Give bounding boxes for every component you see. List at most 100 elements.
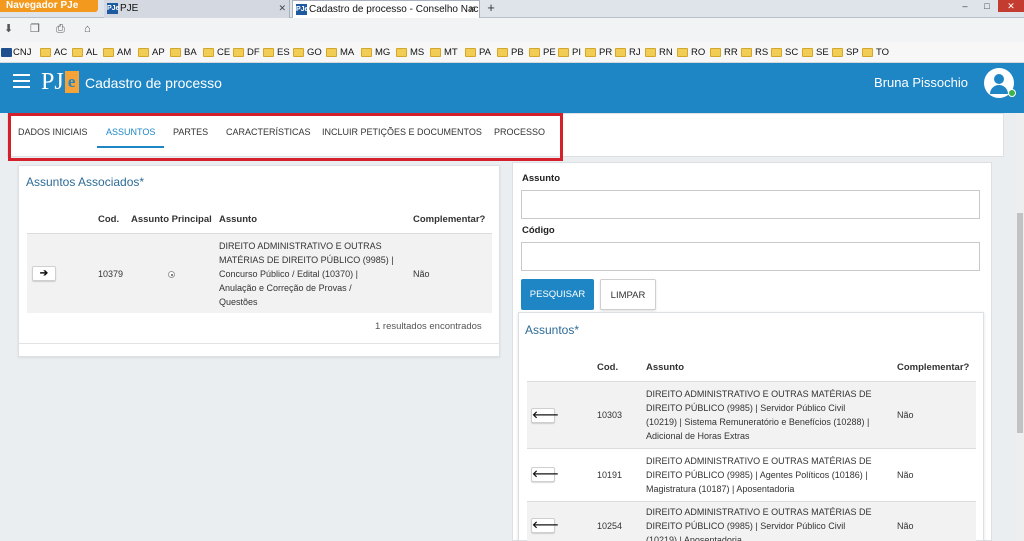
browser-toolbar: ⬇ ❐ ⎙ ⌂ [0, 18, 1024, 42]
column-header-cod: Cod. [98, 214, 120, 225]
hamburger-menu-icon[interactable] [13, 74, 30, 88]
new-tab-button[interactable]: + [483, 0, 499, 17]
browser-tab-cadastro[interactable]: PJe Cadastro de processo - Conselho Nac.… [292, 0, 480, 18]
bookmark-go[interactable]: GO [293, 46, 322, 59]
folder-icon [465, 48, 476, 57]
bookmark-ap[interactable]: AP [138, 46, 165, 59]
bookmark-rs[interactable]: RS [741, 46, 768, 59]
bookmark-pb[interactable]: PB [497, 46, 524, 59]
bookmark-ms[interactable]: MS [396, 46, 424, 59]
bookmark-pr[interactable]: PR [585, 46, 612, 59]
associated-subjects-title: Assuntos Associados* [26, 175, 145, 189]
clipboard-icon[interactable]: ⌂ [84, 23, 96, 35]
user-avatar-icon[interactable] [984, 68, 1016, 98]
column-header-cod: Cod. [597, 362, 619, 373]
user-name[interactable]: Bruna Pissochio [874, 74, 968, 92]
print-icon[interactable]: ⎙ [56, 23, 68, 35]
tab-caracteristicas[interactable]: CARACTERÍSTICAS [226, 126, 311, 148]
results-count: 1 resultados encontrados [375, 321, 482, 332]
tab-dados-iniciais[interactable]: DADOS INICIAIS [18, 126, 88, 148]
column-header-assunto: Assunto [646, 362, 684, 373]
browser-tab-bar: Navegador PJe PJe PJE ✕ PJe Cadastro de … [0, 0, 1024, 18]
assunto-input[interactable] [521, 190, 980, 219]
bookmark-mt[interactable]: MT [430, 46, 458, 59]
search-button[interactable]: PESQUISAR [521, 279, 594, 310]
bookmark-pa[interactable]: PA [465, 46, 491, 59]
folder-icon [645, 48, 656, 57]
add-subject-button[interactable]: 🡐 [531, 467, 559, 482]
add-subject-button[interactable]: 🡐 [531, 408, 559, 423]
bookmark-am[interactable]: AM [103, 46, 131, 59]
bookmarks-bar: CNJ AC AL AM AP BA CE DF ES GO MA MG MS … [0, 42, 1024, 63]
bookmark-ce[interactable]: CE [203, 46, 230, 59]
folder-icon [233, 48, 244, 57]
maximize-button[interactable]: □ [976, 0, 998, 12]
cell-complementar: Não [897, 470, 914, 480]
bookmark-ac[interactable]: AC [40, 46, 67, 59]
tab-incluir-peticoes[interactable]: INCLUIR PETIÇÕES E DOCUMENTOS [322, 126, 482, 148]
folder-icon [585, 48, 596, 57]
bookmark-sc[interactable]: SC [771, 46, 798, 59]
codigo-input[interactable] [521, 242, 980, 271]
bookmark-ma[interactable]: MA [326, 46, 354, 59]
folder-icon [103, 48, 114, 57]
online-status-icon [1008, 89, 1016, 97]
pje-logo[interactable]: PJ e [41, 68, 79, 96]
cell-assunto: DIREITO ADMINISTRATIVO E OUTRAS MATÉRIAS… [219, 241, 394, 307]
bookmark-al[interactable]: AL [72, 46, 98, 59]
pje-favicon-icon: PJe [107, 3, 120, 14]
folder-icon [430, 48, 441, 57]
bookmark-sp[interactable]: SP [832, 46, 859, 59]
bookmark-es[interactable]: ES [263, 46, 290, 59]
bookmark-mg[interactable]: MG [361, 46, 390, 59]
cell-complementar: Não [413, 269, 430, 279]
card-divider [18, 343, 500, 344]
bookmark-ba[interactable]: BA [170, 46, 197, 59]
principal-radio[interactable] [168, 271, 175, 278]
column-header-principal: Assunto Principal [131, 214, 212, 225]
copy-icon[interactable]: ❐ [30, 23, 42, 35]
column-header-assunto: Assunto [219, 214, 257, 225]
bookmark-se[interactable]: SE [802, 46, 829, 59]
bookmark-pi[interactable]: PI [558, 46, 581, 59]
scrollbar-thumb[interactable] [1017, 213, 1023, 433]
add-subject-button[interactable]: 🡐 [531, 518, 559, 533]
folder-icon [326, 48, 337, 57]
window-controls: – □ ✕ [954, 0, 1024, 12]
cell-assunto: DIREITO ADMINISTRATIVO E OUTRAS MATÉRIAS… [646, 456, 872, 494]
bookmark-pe[interactable]: PE [529, 46, 556, 59]
app-header: PJ e Cadastro de processo Bruna Pissochio [0, 63, 1024, 103]
bookmark-cnj[interactable]: CNJ [1, 46, 31, 59]
folder-icon [263, 48, 274, 57]
clear-button[interactable]: LIMPAR [600, 279, 656, 310]
codigo-label: Código [522, 225, 555, 236]
close-tab-icon[interactable]: ✕ [468, 1, 476, 18]
bookmark-df[interactable]: DF [233, 46, 260, 59]
tab-partes[interactable]: PARTES [173, 126, 208, 148]
folder-icon [832, 48, 843, 57]
column-header-complementar: Complementar? [897, 362, 970, 373]
header-band [0, 103, 1024, 113]
download-icon[interactable]: ⬇ [4, 23, 16, 35]
minimize-button[interactable]: – [954, 0, 976, 12]
wizard-tabs: DADOS INICIAIS ASSUNTOS PARTES CARACTERÍ… [7, 113, 1004, 157]
folder-icon [203, 48, 214, 57]
browser-tab-pje[interactable]: PJe PJE ✕ [104, 0, 290, 18]
bookmark-ro[interactable]: RO [677, 46, 705, 59]
subjects-title: Assuntos* [525, 323, 580, 337]
tab-processo[interactable]: PROCESSO [494, 126, 545, 148]
tab-assuntos[interactable]: ASSUNTOS [97, 126, 165, 148]
column-header-complementar: Complementar? [413, 214, 486, 225]
bookmark-rn[interactable]: RN [645, 46, 673, 59]
close-window-button[interactable]: ✕ [998, 0, 1024, 12]
close-tab-icon[interactable]: ✕ [278, 0, 286, 17]
browser-menu-button[interactable]: Navegador PJe [0, 0, 98, 12]
view-subject-button[interactable]: ➔ [32, 266, 56, 281]
bookmark-rj[interactable]: RJ [615, 46, 641, 59]
folder-icon [170, 48, 181, 57]
page-scrollbar[interactable] [1016, 113, 1024, 541]
cell-complementar: Não [897, 410, 914, 420]
bookmark-to[interactable]: TO [862, 46, 889, 59]
browser-tab-label: PJE [120, 3, 139, 14]
bookmark-rr[interactable]: RR [710, 46, 738, 59]
